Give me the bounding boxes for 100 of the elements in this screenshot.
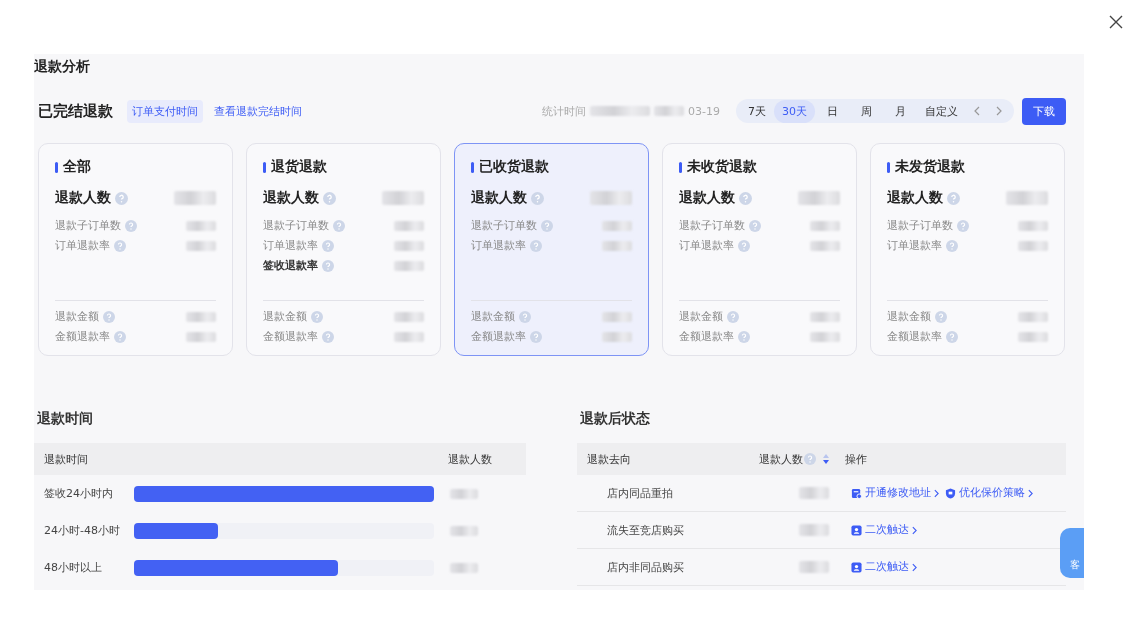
metric-label: 金额退款率	[679, 330, 734, 344]
close-icon[interactable]	[1109, 15, 1123, 29]
help-icon[interactable]	[738, 240, 750, 252]
help-icon[interactable]	[749, 220, 761, 232]
help-icon[interactable]	[946, 331, 958, 343]
help-icon[interactable]	[125, 220, 137, 232]
blurred-value	[394, 312, 424, 322]
range-option[interactable]: 月	[883, 99, 917, 123]
help-icon[interactable]	[322, 331, 334, 343]
blurred-value	[602, 241, 632, 251]
metric-label: 订单退款率	[55, 239, 110, 253]
metric-label: 退款子订单数	[887, 219, 953, 233]
column-header: 退款去向	[587, 451, 632, 467]
column-header: 退款人数	[759, 451, 803, 467]
help-icon[interactable]	[323, 191, 336, 205]
range-option[interactable]: 30天	[774, 99, 815, 123]
help-icon[interactable]	[311, 311, 323, 323]
help-icon[interactable]	[739, 191, 752, 205]
help-icon[interactable]	[804, 453, 816, 465]
range-option[interactable]: 7天	[740, 99, 774, 123]
blurred-value	[810, 312, 840, 322]
address-card-icon	[851, 487, 862, 499]
chevron-left-icon[interactable]	[972, 106, 982, 116]
metric-label: 退款金额	[887, 310, 931, 324]
range-option[interactable]: 周	[849, 99, 883, 123]
help-icon[interactable]	[103, 311, 115, 323]
column-header: 操作	[845, 451, 867, 467]
metric-label: 退款人数	[679, 189, 735, 207]
help-icon[interactable]	[541, 220, 553, 232]
table-cell-text: 48小时以上	[44, 560, 103, 575]
help-icon[interactable]	[333, 220, 345, 232]
sort-icon[interactable]	[822, 454, 830, 464]
help-icon[interactable]	[738, 331, 750, 343]
metric-card[interactable]: 未发货退款 退款人数 退款子订单数 订单退款率 退款金额 金额退款率	[870, 143, 1065, 356]
metric-label: 退款人数	[263, 189, 319, 207]
help-icon[interactable]	[727, 311, 739, 323]
action-link[interactable]: 优化保价策略	[945, 486, 1033, 500]
metric-label: 退款金额	[471, 310, 515, 324]
blurred-value	[602, 332, 632, 342]
metric-label: 金额退款率	[471, 330, 526, 344]
blurred-value	[186, 241, 216, 251]
time-basis-tab[interactable]: 查看退款完结时间	[209, 99, 307, 123]
action-link[interactable]: 二次触达	[851, 560, 917, 574]
blurred-value	[799, 561, 829, 573]
help-icon[interactable]	[530, 240, 542, 252]
metric-label: 订单退款率	[679, 239, 734, 253]
metric-label: 退款子订单数	[55, 219, 121, 233]
action-link[interactable]: 二次触达	[851, 523, 917, 537]
metric-label: 退款金额	[263, 310, 307, 324]
blurred-value	[450, 525, 478, 536]
help-icon[interactable]	[115, 191, 128, 205]
download-button[interactable]: 下载	[1022, 97, 1066, 125]
card-title: 退货退款	[271, 158, 327, 176]
blurred-value	[450, 488, 478, 499]
blurred-value	[186, 312, 216, 322]
help-icon[interactable]	[957, 220, 969, 232]
metric-label: 订单退款率	[887, 239, 942, 253]
blurred-value	[799, 487, 829, 499]
blurred-value	[382, 191, 424, 205]
help-icon[interactable]	[322, 260, 334, 272]
chevron-right-icon	[934, 488, 939, 498]
section-title: 退款时间	[37, 410, 94, 428]
chevron-right-icon	[912, 525, 917, 535]
range-option[interactable]: 日	[815, 99, 849, 123]
metric-label: 退款人数	[887, 189, 943, 207]
help-icon[interactable]	[114, 331, 126, 343]
help-icon[interactable]	[519, 311, 531, 323]
blurred-value	[174, 191, 216, 205]
metric-label: 退款人数	[55, 189, 111, 207]
blurred-value	[1018, 332, 1048, 342]
help-icon[interactable]	[947, 191, 960, 205]
action-link[interactable]: 开通修改地址	[851, 486, 939, 500]
metric-card[interactable]: 已收货退款 退款人数 退款子订单数 订单退款率 退款金额 金额退款率	[454, 143, 649, 356]
table-cell-text: 24小时-48小时	[44, 523, 121, 538]
help-icon[interactable]	[531, 191, 544, 205]
blurred-value	[1018, 221, 1048, 231]
metric-card[interactable]: 未收货退款 退款人数 退款子订单数 订单退款率 退款金额 金额退款率	[662, 143, 857, 356]
help-icon[interactable]	[935, 311, 947, 323]
blurred-value	[590, 191, 632, 205]
chevron-right-icon	[1028, 488, 1033, 498]
range-option[interactable]: 自定义	[917, 99, 966, 123]
metric-label: 签收退款率	[263, 259, 318, 273]
table-cell-text: 店内同品重拍	[606, 485, 674, 501]
contact-icon	[851, 524, 862, 536]
help-icon[interactable]	[114, 240, 126, 252]
blurred-value	[602, 221, 632, 231]
time-basis-tab[interactable]: 订单支付时间	[127, 99, 203, 123]
blurred-value	[810, 332, 840, 342]
help-icon[interactable]	[946, 240, 958, 252]
blurred-value	[394, 241, 424, 251]
help-icon[interactable]	[530, 331, 542, 343]
chevron-right-icon[interactable]	[994, 106, 1004, 116]
metric-card[interactable]: 退货退款 退款人数 退款子订单数 订单退款率 签收退款率 退款金额 金额退款率	[246, 143, 441, 356]
card-title: 未收货退款	[687, 158, 757, 176]
metric-card[interactable]: 全部 退款人数 退款子订单数 订单退款率 退款金额 金额退款率	[38, 143, 233, 356]
blurred-value	[590, 106, 651, 116]
contact-icon	[851, 561, 862, 573]
blurred-value	[394, 221, 424, 231]
stat-date: 03-19	[688, 104, 720, 118]
help-icon[interactable]	[322, 240, 334, 252]
